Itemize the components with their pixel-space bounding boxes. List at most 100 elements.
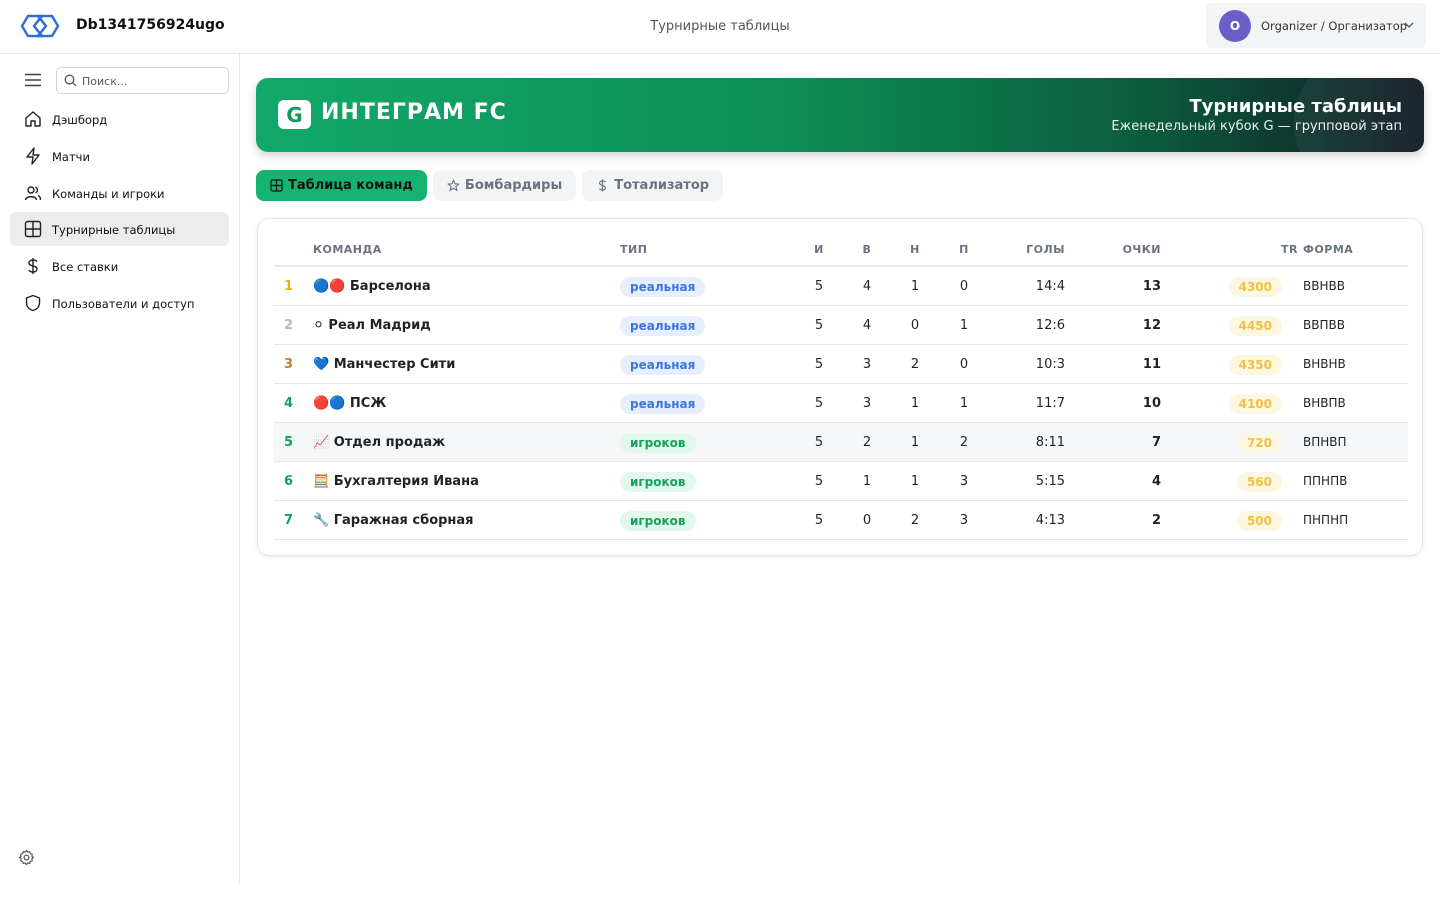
top-bar: Db1341756924ugo Турнирные таблицы O Orga… bbox=[0, 0, 1440, 54]
team-type-badge: игроков bbox=[620, 433, 696, 453]
table-icon bbox=[24, 221, 42, 238]
won-cell: 1 bbox=[862, 474, 872, 489]
team-name[interactable]: 💙 Манчестер Сити bbox=[313, 357, 455, 372]
tab-team-table[interactable]: Таблица команд bbox=[256, 170, 427, 201]
sidebar-item-standings[interactable]: Турнирные таблицы bbox=[10, 212, 229, 247]
team-name[interactable]: 🧮 Бухгалтерия Ивана bbox=[313, 474, 479, 489]
gear-icon[interactable] bbox=[18, 849, 35, 866]
form-cell: ВПНВП bbox=[1303, 435, 1347, 449]
standings-table: КОМАНДА ТИП И В Н П ГОЛЫ ОЧКИ TR ФОРМА 1… bbox=[274, 235, 1408, 540]
table-row[interactable]: 6 🧮 Бухгалтерия Ивана игроков 5 1 1 3 5:15 4 560 П… bbox=[274, 462, 1408, 501]
table-row[interactable]: 2 ⚪ Реал Мадрид реальная 5 4 0 1 12:6 12 4450 ВВПВ… bbox=[274, 306, 1408, 345]
played-cell: 5 bbox=[814, 396, 824, 411]
rank-cell: 3 bbox=[284, 357, 294, 372]
team-name[interactable]: ⚪ Реал Мадрид bbox=[313, 318, 431, 333]
sidebar-item-bets[interactable]: Все ставки bbox=[10, 249, 229, 283]
column-header-team[interactable]: КОМАНДА bbox=[313, 243, 382, 256]
table-row[interactable]: 7 🔧 Гаражная сборная игроков 5 0 2 3 4:13 2 500 ПН… bbox=[274, 501, 1408, 540]
lost-cell: 3 bbox=[959, 513, 969, 528]
column-header-tr[interactable]: TR bbox=[1258, 243, 1298, 256]
table-row[interactable]: 3 💙 Манчестер Сити реальная 5 3 2 0 10:3 11 4350 В… bbox=[274, 345, 1408, 384]
brand-badge: G bbox=[278, 100, 311, 129]
form-cell: ВНВПВ bbox=[1303, 396, 1346, 410]
team-name[interactable]: 📈 Отдел продаж bbox=[313, 435, 445, 450]
column-header-won[interactable]: В bbox=[857, 243, 877, 256]
sidebar-item-label: Турнирные таблицы bbox=[52, 223, 176, 238]
table-row[interactable]: 1 🔵🔴 Барселона реальная 5 4 1 0 14:4 13 4300 ВВНВВ bbox=[274, 267, 1408, 306]
tab-scorers[interactable]: Бомбардиры bbox=[432, 170, 577, 201]
grid-icon bbox=[270, 179, 283, 192]
sidebar-nav: Дэшборд Матчи Команды и игроки Турнирные… bbox=[10, 102, 229, 323]
tab-label: Бомбардиры bbox=[464, 178, 563, 193]
sidebar-item-label: Матчи bbox=[52, 149, 90, 164]
rank-cell: 1 bbox=[284, 279, 294, 294]
played-cell: 5 bbox=[814, 318, 824, 333]
team-type-badge: реальная bbox=[620, 355, 706, 375]
banner-title: Турнирные таблицы bbox=[1189, 96, 1402, 117]
tab-label: Тотализатор bbox=[614, 178, 710, 193]
won-cell: 4 bbox=[862, 279, 872, 294]
drawn-cell: 1 bbox=[910, 474, 920, 489]
drawn-cell: 1 bbox=[910, 435, 920, 450]
logo-icon[interactable] bbox=[20, 12, 60, 40]
tr-badge: 4100 bbox=[1228, 394, 1282, 414]
team-name[interactable]: 🔵🔴 Барселона bbox=[313, 279, 431, 294]
table-header: КОМАНДА ТИП И В Н П ГОЛЫ ОЧКИ TR ФОРМА bbox=[274, 235, 1408, 267]
rank-cell: 7 bbox=[284, 513, 294, 528]
team-name[interactable]: 🔧 Гаражная сборная bbox=[313, 513, 474, 528]
form-cell: ВВНВВ bbox=[1303, 279, 1345, 293]
won-cell: 2 bbox=[862, 435, 872, 450]
menu-icon[interactable] bbox=[24, 73, 42, 87]
column-header-points[interactable]: ОЧКИ bbox=[1101, 243, 1161, 256]
search-input[interactable] bbox=[82, 73, 222, 89]
points-cell: 13 bbox=[1142, 279, 1161, 294]
column-header-played[interactable]: И bbox=[809, 243, 829, 256]
team-type-badge: игроков bbox=[620, 511, 696, 531]
points-cell: 7 bbox=[1151, 435, 1161, 450]
column-header-drawn[interactable]: Н bbox=[905, 243, 925, 256]
sidebar-item-label: Команды и игроки bbox=[52, 186, 165, 201]
sidebar-item-matches[interactable]: Матчи bbox=[10, 139, 229, 173]
team-name[interactable]: 🔴🔵 ПСЖ bbox=[313, 396, 386, 411]
star-icon bbox=[447, 179, 460, 192]
lost-cell: 2 bbox=[959, 435, 969, 450]
tr-badge: 4450 bbox=[1228, 316, 1282, 336]
team-type-badge: игроков bbox=[620, 472, 696, 492]
lost-cell: 1 bbox=[959, 396, 969, 411]
played-cell: 5 bbox=[814, 279, 824, 294]
search-box[interactable] bbox=[56, 67, 229, 94]
drawn-cell: 2 bbox=[910, 513, 920, 528]
table-row[interactable]: 4 🔴🔵 ПСЖ реальная 5 3 1 1 11:7 10 4100 ВНВПВ bbox=[274, 384, 1408, 423]
sidebar-item-dashboard[interactable]: Дэшборд bbox=[10, 102, 229, 136]
goals-cell: 10:3 bbox=[1035, 357, 1065, 372]
standings-tabs: Таблица команд Бомбардиры Тотализатор bbox=[256, 170, 724, 201]
chevron-down-icon bbox=[1404, 22, 1414, 28]
points-cell: 11 bbox=[1142, 357, 1161, 372]
team-type-badge: реальная bbox=[620, 394, 706, 414]
points-cell: 4 bbox=[1151, 474, 1161, 489]
rank-cell: 5 bbox=[284, 435, 294, 450]
tab-totalizator[interactable]: Тотализатор bbox=[582, 170, 724, 201]
points-cell: 12 bbox=[1142, 318, 1161, 333]
sidebar-item-label: Все ставки bbox=[52, 260, 119, 275]
column-header-form[interactable]: ФОРМА bbox=[1303, 243, 1353, 256]
won-cell: 3 bbox=[862, 357, 872, 372]
points-cell: 2 bbox=[1151, 513, 1161, 528]
rank-cell: 2 bbox=[284, 318, 294, 333]
table-row[interactable]: 5 📈 Отдел продаж игроков 5 2 1 2 8:11 7 720 ВПНВП bbox=[274, 423, 1408, 462]
tournament-banner: G ИНТЕГРАМ FC Турнирные таблицы Еженедел… bbox=[256, 78, 1424, 152]
goals-cell: 14:4 bbox=[1035, 279, 1065, 294]
sidebar-item-teams[interactable]: Команды и игроки bbox=[10, 176, 229, 210]
rank-cell: 4 bbox=[284, 396, 294, 411]
sidebar-item-users-access[interactable]: Пользователи и доступ bbox=[10, 286, 229, 320]
user-menu-button[interactable]: O Organizer / Организатор bbox=[1206, 3, 1426, 48]
tr-badge: 500 bbox=[1236, 511, 1282, 531]
column-header-goals[interactable]: ГОЛЫ bbox=[1005, 243, 1065, 256]
goals-cell: 8:11 bbox=[1035, 435, 1065, 450]
sidebar: Дэшборд Матчи Команды и игроки Турнирные… bbox=[0, 54, 240, 884]
column-header-type[interactable]: ТИП bbox=[620, 243, 647, 256]
won-cell: 0 bbox=[862, 513, 872, 528]
lost-cell: 0 bbox=[959, 357, 969, 372]
drawn-cell: 2 bbox=[910, 357, 920, 372]
column-header-lost[interactable]: П bbox=[954, 243, 974, 256]
